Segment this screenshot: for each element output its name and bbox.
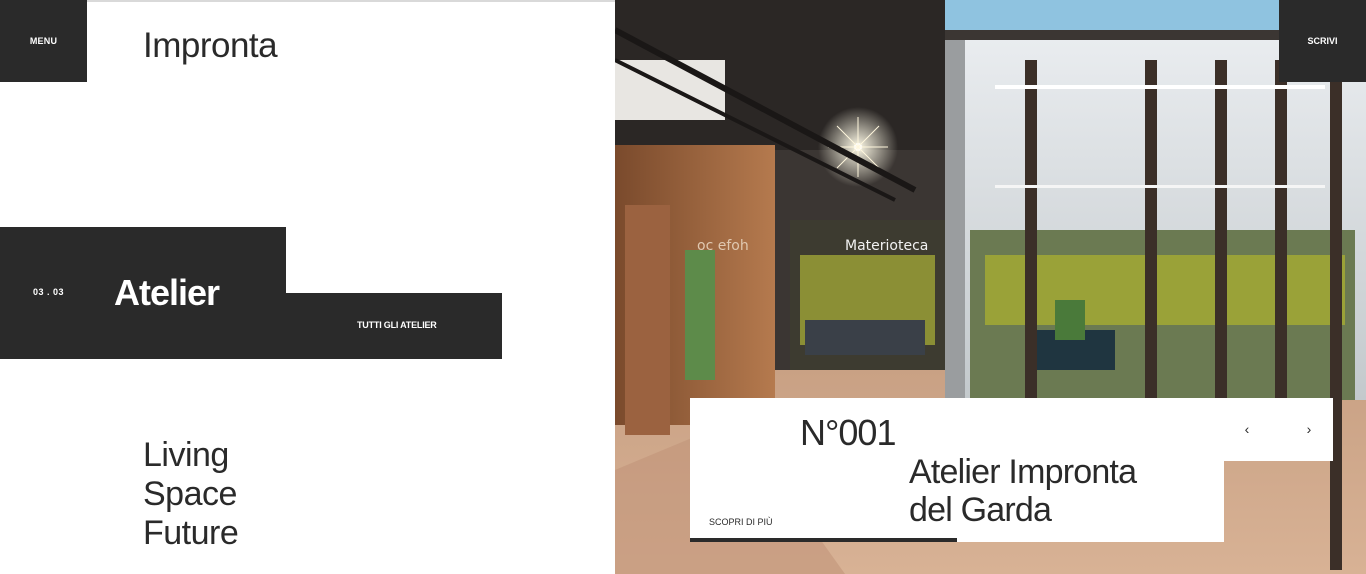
svg-text:oc efoh: oc efoh [697,238,749,254]
top-divider [0,0,615,2]
slide-title: Atelier Impronta del Garda [909,453,1137,529]
write-button[interactable]: SCRIVI [1279,0,1366,82]
discover-more-link[interactable]: SCOPRI DI PIÙ [709,517,773,527]
slide-progress-fill [690,538,957,542]
section-counter: 03 . 03 [33,287,65,297]
write-button-label: SCRIVI [1307,36,1338,46]
chevron-right-icon: › [1306,421,1312,437]
tagline: Living Space Future [143,436,239,553]
menu-button[interactable]: MENU [0,0,87,82]
slide-number: N°001 [800,412,896,453]
brand-logo-text[interactable]: Impronta [143,26,278,66]
prev-slide-button[interactable]: ‹ [1238,420,1256,438]
menu-button-label: MENU [29,36,58,46]
chevron-left-icon: ‹ [1244,421,1250,437]
next-slide-button[interactable]: › [1300,420,1318,438]
svg-text:Materioteca: Materioteca [845,238,928,254]
section-title: Atelier [114,272,220,313]
tagline-line: Future [143,514,239,552]
slide-progress-track [690,538,1224,542]
tagline-line: Living [143,436,229,474]
slide-title-line: del Garda [909,491,1052,529]
all-ateliers-link[interactable]: TUTTI GLI ATELIER [357,320,437,330]
slide-title-line: Atelier Impronta [909,453,1137,491]
tagline-line: Space [143,475,237,513]
